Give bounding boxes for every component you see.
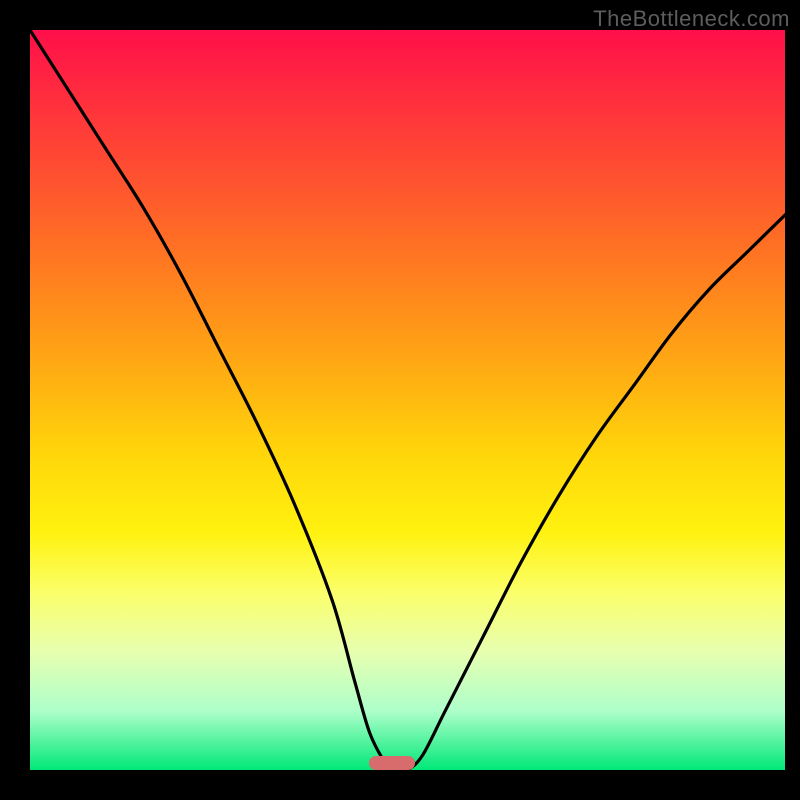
bottleneck-curve (30, 30, 785, 770)
chart-frame: TheBottleneck.com (0, 0, 800, 800)
plot-area (30, 30, 785, 770)
optimal-point-marker (369, 756, 415, 770)
watermark-label: TheBottleneck.com (593, 6, 790, 32)
